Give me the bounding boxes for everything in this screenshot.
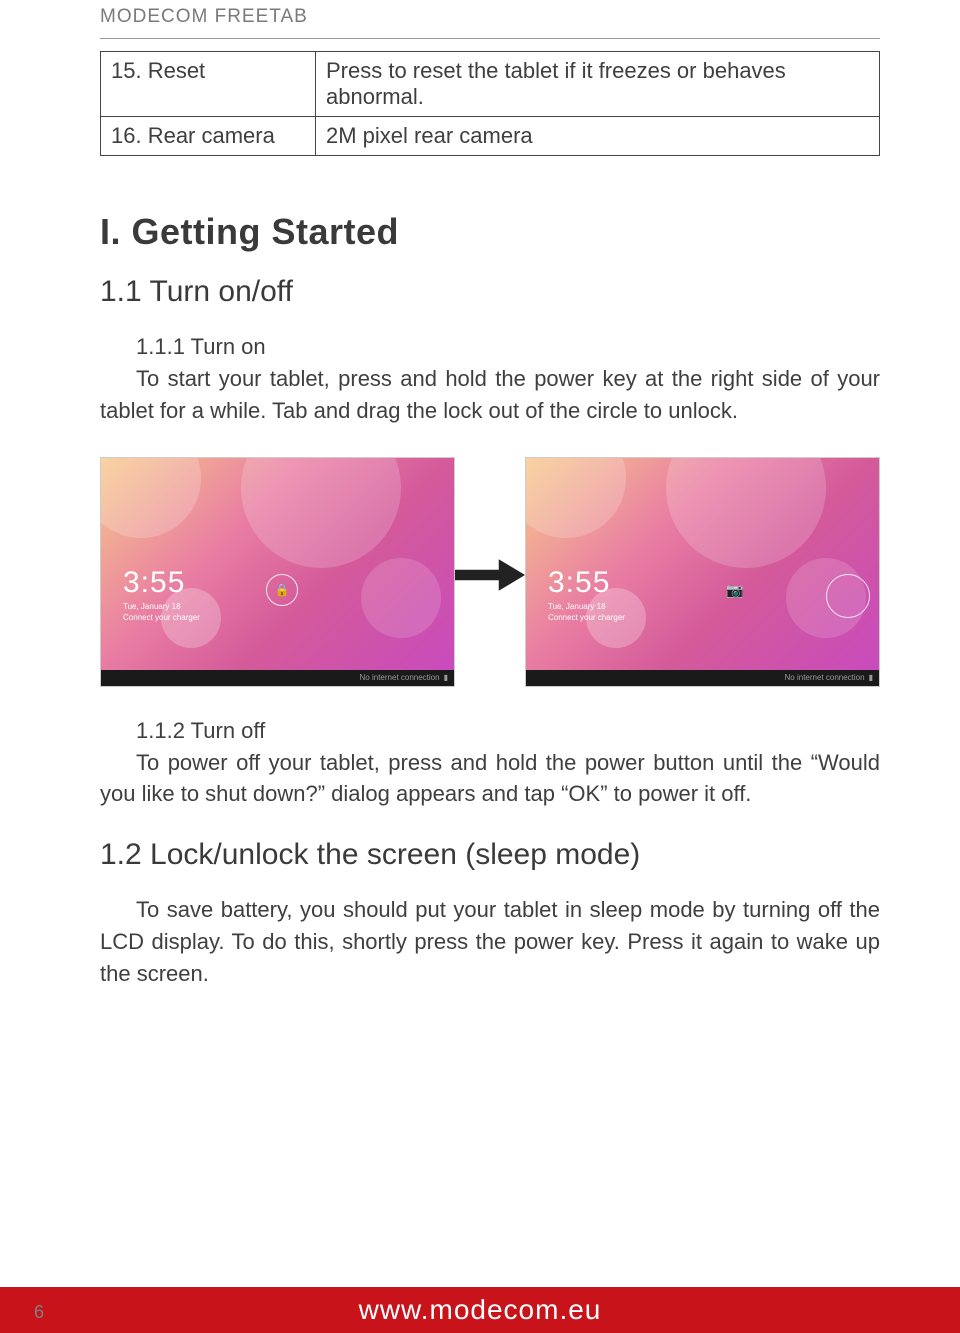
- para-111-body: To start your tablet, press and hold the…: [100, 363, 880, 427]
- clock-date: Tue, January 18: [548, 602, 625, 611]
- lockscreen-before: 3:55 Tue, January 18 Connect your charge…: [100, 457, 455, 687]
- battery-icon: ▮: [444, 673, 448, 682]
- status-bar: No internet connection ▮: [101, 670, 454, 686]
- status-text: No internet connection: [785, 673, 865, 682]
- spec-desc: 2M pixel rear camera: [316, 117, 880, 156]
- lockscreen-after: 3:55 Tue, January 18 Connect your charge…: [525, 457, 880, 687]
- clock-sub: Connect your charger: [123, 613, 200, 622]
- para-112-body: To power off your tablet, press and hold…: [100, 747, 880, 811]
- spec-desc: Press to reset the tablet if it freezes …: [316, 52, 880, 117]
- lock-icon: 🔒: [266, 574, 298, 606]
- subsection-1-2: 1.2 Lock/unlock the screen (sleep mode): [100, 838, 880, 872]
- clock-date: Tue, January 18: [123, 602, 200, 611]
- table-row: 16. Rear camera 2M pixel rear camera: [101, 117, 880, 156]
- footer-url: www.modecom.eu: [0, 1287, 960, 1333]
- para-111-title: 1.1.1 Turn on: [100, 331, 880, 363]
- spec-table: 15. Reset Press to reset the tablet if i…: [100, 51, 880, 156]
- header-rule: [100, 38, 880, 39]
- para-12-body: To save battery, you should put your tab…: [100, 894, 880, 990]
- lockscreen-figure: 3:55 Tue, January 18 Connect your charge…: [100, 457, 880, 687]
- clock-sub: Connect your charger: [548, 613, 625, 622]
- header-brand: MODECOM FREETAB: [100, 0, 880, 30]
- spec-label: 16. Rear camera: [101, 117, 316, 156]
- camera-icon: 📷: [726, 582, 743, 599]
- arrow-icon: [455, 551, 525, 593]
- battery-icon: ▮: [869, 673, 873, 682]
- para-112-title: 1.1.2 Turn off: [100, 715, 880, 747]
- spec-label: 15. Reset: [101, 52, 316, 117]
- status-text: No internet connection: [360, 673, 440, 682]
- clock-time: 3:55: [123, 566, 200, 600]
- page-number: 6: [34, 1302, 44, 1323]
- table-row: 15. Reset Press to reset the tablet if i…: [101, 52, 880, 117]
- clock-time: 3:55: [548, 566, 625, 600]
- section-heading: I. Getting Started: [100, 211, 880, 253]
- unlock-ring-icon: [826, 574, 870, 618]
- status-bar: No internet connection ▮: [526, 670, 879, 686]
- subsection-1-1: 1.1 Turn on/off: [100, 275, 880, 309]
